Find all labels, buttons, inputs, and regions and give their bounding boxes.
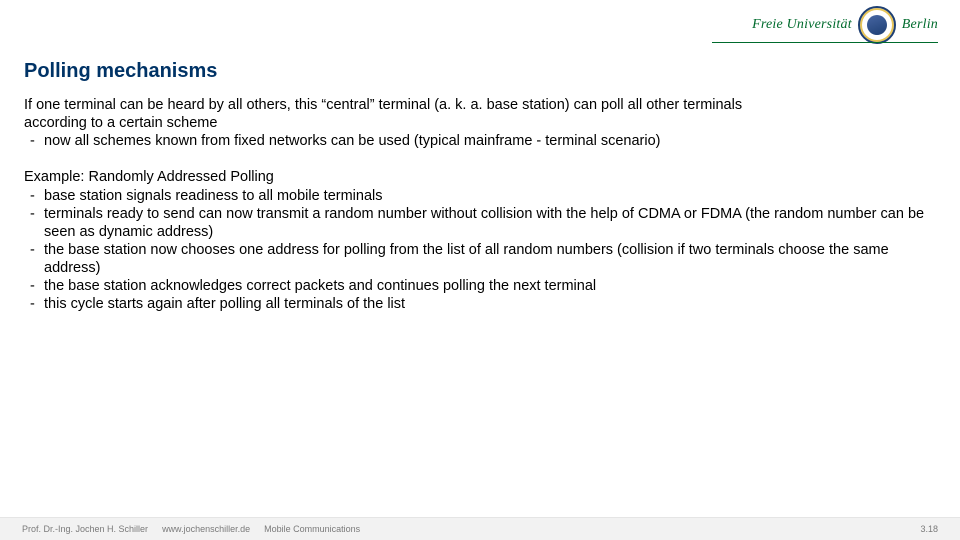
- p1-bullet1: now all schemes known from fixed network…: [44, 132, 936, 150]
- dash-icon: -: [24, 205, 44, 223]
- slide-body: If one terminal can be heard by all othe…: [24, 96, 936, 331]
- list-item: - terminals ready to send can now transm…: [24, 205, 936, 241]
- slide-footer: Prof. Dr.-Ing. Jochen H. Schiller www.jo…: [0, 517, 960, 540]
- dash-icon: -: [24, 132, 44, 150]
- dash-icon: -: [24, 277, 44, 295]
- logo-text-right: Berlin: [902, 17, 938, 33]
- footer-course: Mobile Communications: [264, 524, 360, 534]
- footer-author: Prof. Dr.-Ing. Jochen H. Schiller: [22, 524, 148, 534]
- dash-icon: -: [24, 295, 44, 313]
- paragraph-1: If one terminal can be heard by all othe…: [24, 96, 936, 150]
- p2-b1: base station signals readiness to all mo…: [44, 187, 936, 205]
- seal-icon: [858, 6, 896, 44]
- list-item: - this cycle starts again after polling …: [24, 295, 936, 313]
- list-item: - now all schemes known from fixed netwo…: [24, 132, 936, 150]
- list-item: - base station signals readiness to all …: [24, 187, 936, 205]
- p2-b2: terminals ready to send can now transmit…: [44, 205, 936, 241]
- p2-heading: Example: Randomly Addressed Polling: [24, 168, 936, 186]
- p1-line1: If one terminal can be heard by all othe…: [24, 96, 936, 114]
- list-item: - the base station now chooses one addre…: [24, 241, 936, 277]
- paragraph-2: Example: Randomly Addressed Polling - ba…: [24, 168, 936, 313]
- logo-underline: [712, 42, 938, 43]
- p2-b4: the base station acknowledges correct pa…: [44, 277, 936, 295]
- p2-b5: this cycle starts again after polling al…: [44, 295, 936, 313]
- dash-icon: -: [24, 187, 44, 205]
- footer-page: 3.18: [920, 524, 938, 534]
- slide-title: Polling mechanisms: [24, 60, 217, 83]
- logo-text-left: Freie Universität: [752, 17, 852, 33]
- p1-line2: according to a certain scheme: [24, 114, 936, 132]
- dash-icon: -: [24, 241, 44, 259]
- footer-url: www.jochenschiller.de: [162, 524, 250, 534]
- p2-b3: the base station now chooses one address…: [44, 241, 936, 277]
- university-logo: Freie Universität Berlin: [752, 6, 938, 44]
- list-item: - the base station acknowledges correct …: [24, 277, 936, 295]
